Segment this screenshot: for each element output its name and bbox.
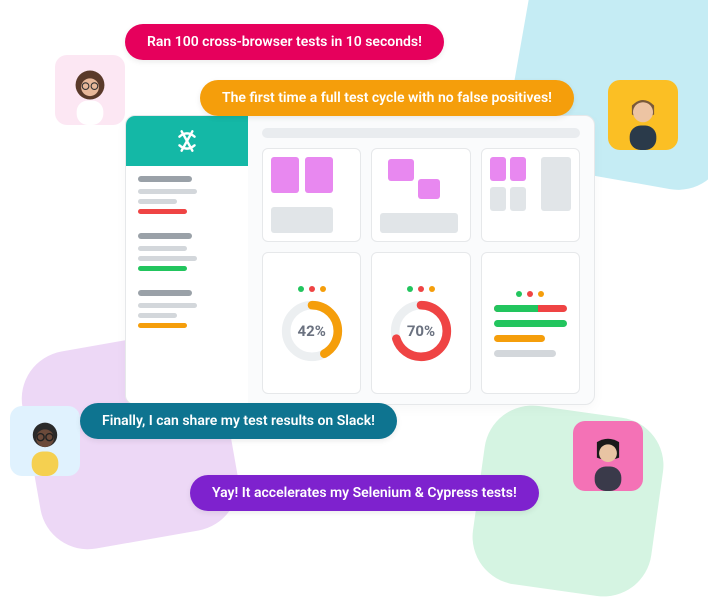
donut-chart-2: 70%	[390, 300, 452, 362]
sidebar-group-3	[126, 280, 248, 337]
card-2	[371, 148, 470, 242]
avatar-bottom-left	[10, 406, 80, 476]
bubble-3: Finally, I can share my test results on …	[80, 403, 397, 439]
card-1	[262, 148, 361, 242]
status-dots	[516, 291, 544, 297]
sidebar-status-green	[138, 266, 187, 271]
stat-donut-2: 70%	[371, 252, 470, 394]
dashboard-window: 42% 70%	[125, 115, 595, 405]
bar-group	[490, 305, 571, 357]
donut-chart-1: 42%	[281, 300, 343, 362]
sidebar-status-amber	[138, 323, 187, 328]
bar-2	[494, 320, 567, 327]
stat-donut-1: 42%	[262, 252, 361, 394]
bubble-1: Ran 100 cross-browser tests in 10 second…	[125, 24, 444, 60]
bubble-4: Yay! It accelerates my Selenium & Cypres…	[190, 475, 539, 511]
sidebar-status-red	[138, 209, 187, 214]
dashboard-topbar	[262, 128, 580, 138]
bar-4	[494, 350, 556, 357]
bar-3	[494, 335, 545, 342]
stat-bars	[481, 252, 580, 394]
avatar-bottom-right	[573, 421, 643, 491]
status-dots	[407, 286, 435, 292]
logo	[126, 116, 248, 166]
sidebar-group-2	[126, 223, 248, 280]
dashboard-stats-row: 42% 70%	[262, 252, 580, 394]
status-dots	[298, 286, 326, 292]
donut-1-value: 42%	[281, 300, 343, 362]
bar-1	[494, 305, 567, 312]
dashboard-cards-row	[262, 148, 580, 242]
donut-2-value: 70%	[390, 300, 452, 362]
avatar-top-right	[608, 80, 678, 150]
card-3	[481, 148, 580, 242]
dashboard-main: 42% 70%	[248, 116, 594, 404]
bubble-2: The first time a full test cycle with no…	[200, 80, 574, 116]
sidebar-group-1	[126, 166, 248, 223]
avatar-top-left	[55, 55, 125, 125]
sidebar	[126, 116, 248, 404]
